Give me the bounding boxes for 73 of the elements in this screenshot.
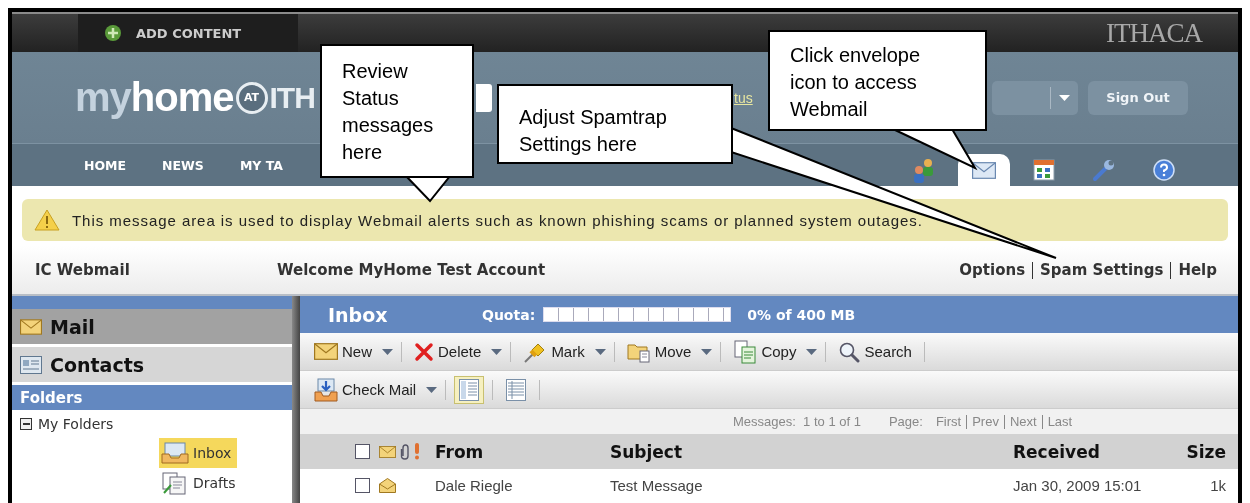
table-cell-text: Test Message — [610, 477, 704, 494]
mailbox-header: Inbox Quota: 0% of 400 MB — [300, 296, 1238, 333]
table-cell-text: Jan 30, 2009 15:01 — [1013, 477, 1143, 494]
folder-group[interactable]: My Folders — [38, 416, 114, 432]
card-icon — [20, 355, 42, 374]
caret-icon[interactable] — [594, 348, 606, 355]
paperclip-icon — [400, 443, 410, 460]
search-icon — [838, 340, 861, 363]
toolbar-button[interactable]: Move — [622, 340, 696, 363]
message-count: Messages: 1 to 1 of 1 — [733, 414, 861, 429]
brand-logo: ITHACA — [1106, 17, 1202, 49]
column-header[interactable]: Subject — [610, 441, 1013, 462]
folder-item[interactable]: Drafts — [159, 468, 242, 498]
header-link[interactable]: Options — [952, 261, 1033, 279]
caret-icon[interactable] — [491, 348, 503, 355]
collapse-toggle[interactable] — [20, 418, 32, 430]
help-icon — [1153, 159, 1175, 181]
header-link[interactable]: Spam Settings — [1032, 261, 1171, 279]
pages-icon — [733, 339, 758, 364]
nav-tab[interactable]: MY TA — [239, 157, 283, 173]
toolbar-button[interactable]: Delete — [410, 341, 486, 362]
column-header[interactable]: From — [435, 441, 610, 462]
list-icon — [506, 378, 527, 401]
toolbar-button[interactable]: Mark — [519, 340, 589, 363]
caret-icon[interactable] — [426, 386, 438, 393]
caret-icon[interactable] — [806, 348, 818, 355]
tray-arrow-icon — [314, 377, 338, 402]
callout: Adjust Spamtrap Settings here — [497, 84, 733, 164]
plus-icon — [104, 24, 122, 42]
nav-tab[interactable]: NEWS — [162, 157, 204, 173]
sidebar-item[interactable]: Mail — [12, 309, 292, 344]
exclamation-icon — [414, 443, 420, 460]
row-checkbox[interactable] — [355, 478, 370, 493]
select-all-checkbox[interactable] — [355, 444, 370, 459]
icon-tab[interactable] — [958, 154, 1010, 186]
toolbar-button[interactable]: Check Mail — [310, 377, 421, 402]
envelope-icon — [20, 318, 42, 335]
add-content-button[interactable]: ADD CONTENT — [78, 14, 298, 52]
toolbar-button[interactable]: Copy — [729, 339, 801, 364]
app-title: IC Webmail — [34, 261, 131, 279]
welcome-text: Welcome MyHome Test Account — [277, 261, 547, 279]
caret-icon[interactable] — [382, 348, 393, 355]
search-field[interactable] — [476, 83, 492, 112]
cross-icon — [414, 341, 434, 362]
column-header[interactable]: Size — [1183, 441, 1238, 462]
tray-icon — [161, 442, 189, 464]
nav-tab[interactable]: HOME — [84, 157, 127, 173]
folder-item[interactable]: Inbox — [159, 438, 238, 468]
wrench-icon — [1092, 158, 1116, 182]
documents-icon — [161, 471, 189, 495]
envelope-icon — [972, 161, 996, 179]
callout: Review Status messages here — [320, 44, 474, 178]
caret-icon — [1059, 94, 1070, 101]
column-header[interactable]: Received — [1013, 441, 1183, 462]
envelope-icon — [379, 445, 396, 458]
pane-splitter[interactable] — [292, 296, 300, 503]
table-cell-text: 1k — [1209, 477, 1227, 494]
envelope-icon — [314, 343, 338, 360]
sidebar-item[interactable]: Contacts — [12, 347, 292, 382]
view-button[interactable] — [454, 375, 485, 404]
page-label: Page: — [888, 414, 923, 429]
dropdown-field[interactable] — [992, 80, 1078, 115]
open-envelope-icon — [379, 478, 396, 493]
header-link[interactable]: Help — [1170, 261, 1224, 279]
layout-icon — [459, 378, 480, 401]
toolbar-button[interactable]: Search — [834, 340, 916, 363]
warning-icon — [34, 209, 60, 231]
caret-icon[interactable] — [701, 348, 713, 355]
calendar-icon — [1033, 159, 1055, 181]
alert-message: This message area is used to display Webmail alerts such as known phishing scams or planned system outages. — [72, 211, 923, 229]
toolbar-button[interactable]: New — [310, 343, 376, 360]
folders-heading: Folders — [12, 385, 292, 410]
table-cell-text: Dale Riegle — [435, 477, 514, 494]
